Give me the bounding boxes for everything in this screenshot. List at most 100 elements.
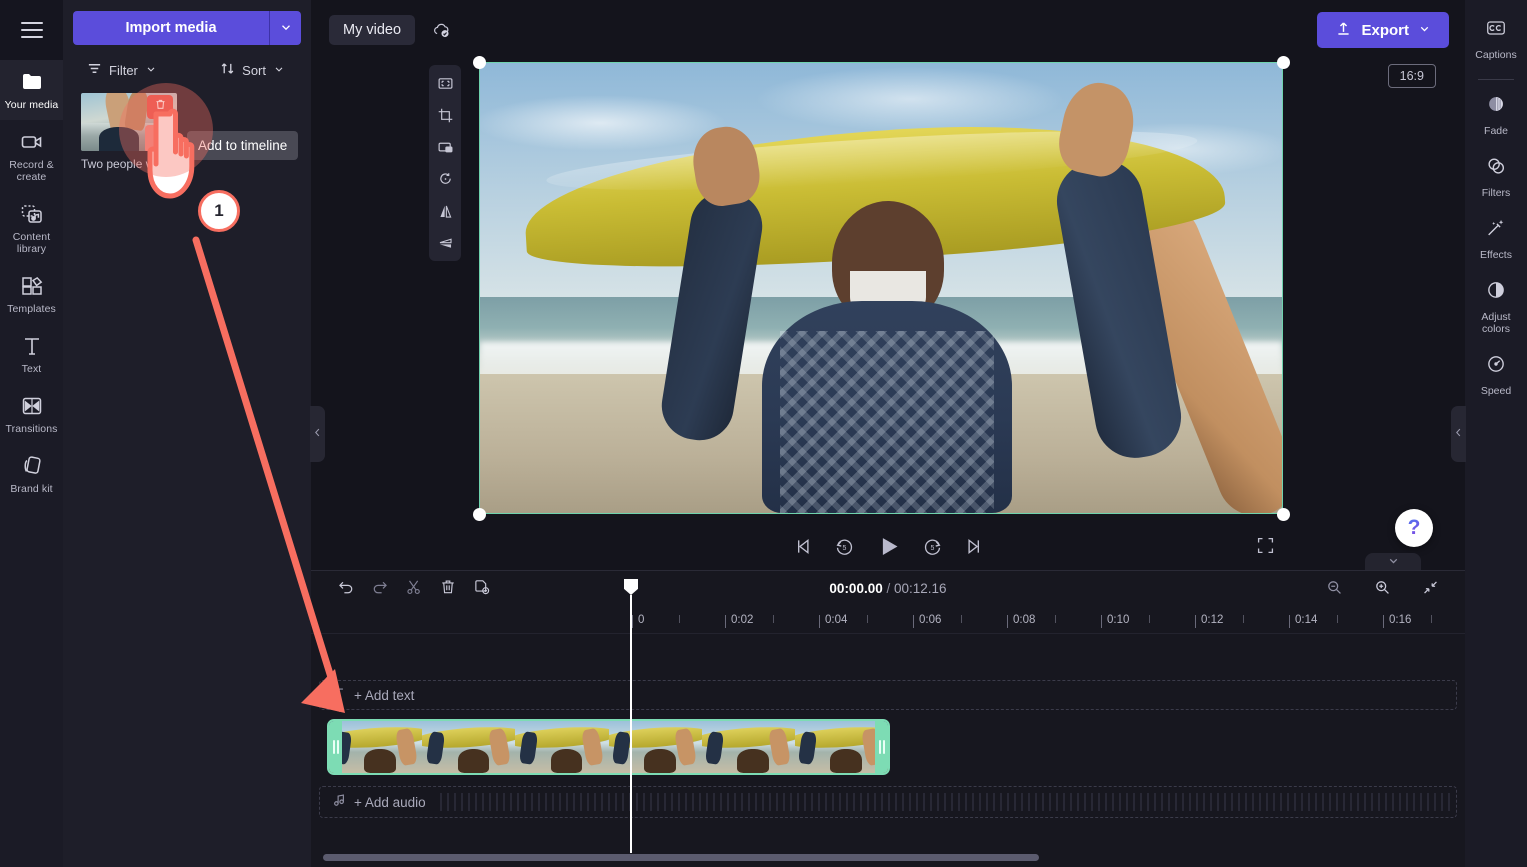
- skip-to-end-button[interactable]: [963, 536, 984, 560]
- folder-icon: [20, 70, 44, 94]
- video-editor-app: Your media Record & create Content libra…: [0, 0, 1527, 867]
- clip-frame: [329, 721, 423, 773]
- rotate-icon[interactable]: [432, 166, 458, 192]
- play-icon: [875, 533, 902, 563]
- adjust-colors-icon: [1485, 279, 1507, 306]
- hamburger-menu-button[interactable]: [0, 0, 63, 60]
- rewind-5-button[interactable]: 5: [834, 536, 855, 560]
- sidebar-label: Text: [21, 363, 42, 375]
- fullscreen-icon: [1256, 537, 1275, 559]
- split-button[interactable]: [397, 574, 431, 604]
- timeline-zoom-controls: [1317, 574, 1447, 604]
- sidebar-item-transitions[interactable]: Transitions: [0, 384, 63, 444]
- media-panel-collapse-button[interactable]: [310, 406, 325, 462]
- picture-in-picture-icon[interactable]: [432, 134, 458, 160]
- forward-5-button[interactable]: 5: [922, 536, 943, 560]
- tab-label: Adjust colors: [1481, 311, 1511, 335]
- help-button[interactable]: ?: [1395, 509, 1433, 547]
- fit-timeline-button[interactable]: [1413, 574, 1447, 604]
- ruler-tick: 0:10: [1100, 614, 1130, 628]
- sidebar-item-text[interactable]: Text: [0, 324, 63, 384]
- add-to-timeline-button[interactable]: [145, 125, 175, 151]
- fullscreen-button[interactable]: [1256, 536, 1275, 560]
- tab-label: Captions: [1475, 49, 1517, 61]
- chevron-left-icon: [1453, 425, 1464, 443]
- properties-rail-collapse-button[interactable]: [1451, 406, 1466, 462]
- brand-kit-icon: [20, 454, 44, 478]
- video-track-row: [311, 719, 1465, 775]
- scissors-icon: [405, 578, 423, 599]
- add-to-timeline-tooltip: Add to timeline: [187, 131, 299, 160]
- selection-handle-bottom-left[interactable]: [473, 508, 486, 521]
- filter-sort-row: Filter Sort: [73, 61, 301, 79]
- speedometer-icon: [1485, 353, 1507, 380]
- clip-trim-handle-left[interactable]: [329, 721, 342, 773]
- sidebar-label: Record & create: [9, 159, 54, 183]
- video-clip[interactable]: [327, 719, 890, 775]
- content-library-icon: [20, 202, 44, 226]
- time-separator: /: [886, 581, 891, 596]
- zoom-out-button[interactable]: [1317, 574, 1351, 604]
- ruler-tick: 0:04: [818, 614, 848, 628]
- selection-handle-top-left[interactable]: [473, 56, 486, 69]
- tab-speed[interactable]: Speed: [1465, 344, 1527, 406]
- sidebar-item-templates[interactable]: Templates: [0, 264, 63, 324]
- sidebar-item-record-create[interactable]: Record & create: [0, 120, 63, 192]
- import-media-button[interactable]: Import media: [73, 11, 269, 45]
- undo-button[interactable]: [329, 574, 363, 604]
- current-time: 00:00.00: [829, 581, 883, 596]
- sort-label: Sort: [242, 62, 266, 78]
- export-button[interactable]: Export: [1317, 12, 1449, 48]
- filter-button[interactable]: Filter: [87, 61, 157, 79]
- video-canvas[interactable]: [479, 62, 1283, 514]
- redo-button[interactable]: [363, 574, 397, 604]
- project-title[interactable]: My video: [329, 15, 416, 45]
- timeline-horizontal-scrollbar[interactable]: [323, 854, 1039, 861]
- crop-icon[interactable]: [432, 102, 458, 128]
- tab-effects[interactable]: Effects: [1465, 208, 1527, 270]
- text-track-add[interactable]: + Add text: [319, 680, 1457, 710]
- zoom-in-button[interactable]: [1365, 574, 1399, 604]
- tab-label: Effects: [1480, 249, 1512, 261]
- flip-vertical-icon[interactable]: [432, 230, 458, 256]
- audio-track-add[interactable]: + Add audio: [319, 786, 1457, 818]
- cloud-check-icon[interactable]: [431, 20, 452, 41]
- clip-trim-handle-right[interactable]: [875, 721, 888, 773]
- media-asset-card[interactable]: Two people w... Add to timeline: [81, 93, 299, 171]
- play-button[interactable]: [875, 533, 902, 563]
- selection-handle-bottom-right[interactable]: [1277, 508, 1290, 521]
- ruler-minor-tick: [1431, 615, 1432, 623]
- delete-button[interactable]: [431, 574, 465, 604]
- sort-button[interactable]: Sort: [220, 61, 285, 79]
- clip-frame: [701, 721, 795, 773]
- sidebar-item-content-library[interactable]: Content library: [0, 192, 63, 264]
- timeline-playhead[interactable]: [624, 579, 638, 853]
- delete-media-button[interactable]: [147, 95, 173, 119]
- sidebar-label: Your media: [4, 99, 59, 111]
- timeline-tracks: + Add text + Add audio: [311, 634, 1465, 818]
- media-thumbnail[interactable]: [81, 93, 177, 151]
- chevron-down-icon: [1418, 22, 1431, 39]
- sidebar-item-your-media[interactable]: Your media: [0, 60, 63, 120]
- tab-filters[interactable]: Filters: [1465, 146, 1527, 208]
- timeline-ruler[interactable]: 0 0:02 0:04 0:06 0:08 0:10 0:12 0:14 0:1…: [311, 606, 1465, 634]
- flip-horizontal-icon[interactable]: [432, 198, 458, 224]
- tab-adjust-colors[interactable]: Adjust colors: [1465, 270, 1527, 344]
- plus-icon: [153, 129, 168, 149]
- skip-to-start-button[interactable]: [793, 536, 814, 560]
- media-panel: Import media Filter Sort Two people w...…: [63, 0, 325, 867]
- fit-to-frame-icon[interactable]: [432, 70, 458, 96]
- selection-handle-top-right[interactable]: [1277, 56, 1290, 69]
- media-asset-name: Two people w...: [81, 157, 164, 171]
- tab-fade[interactable]: Fade: [1465, 84, 1527, 146]
- import-media-dropdown-button[interactable]: [269, 11, 301, 45]
- duplicate-icon: [473, 578, 491, 599]
- sidebar-item-brand-kit[interactable]: Brand kit: [0, 444, 63, 504]
- duplicate-button[interactable]: [465, 574, 499, 604]
- rail-divider: [1478, 79, 1514, 80]
- tab-label: Fade: [1484, 125, 1508, 137]
- timeline-toolbar: 00:00.00 / 00:12.16: [311, 571, 1465, 606]
- tab-captions[interactable]: Captions: [1465, 8, 1527, 70]
- aspect-ratio-badge[interactable]: 16:9: [1387, 64, 1436, 88]
- sidebar-label: Brand kit: [10, 483, 53, 495]
